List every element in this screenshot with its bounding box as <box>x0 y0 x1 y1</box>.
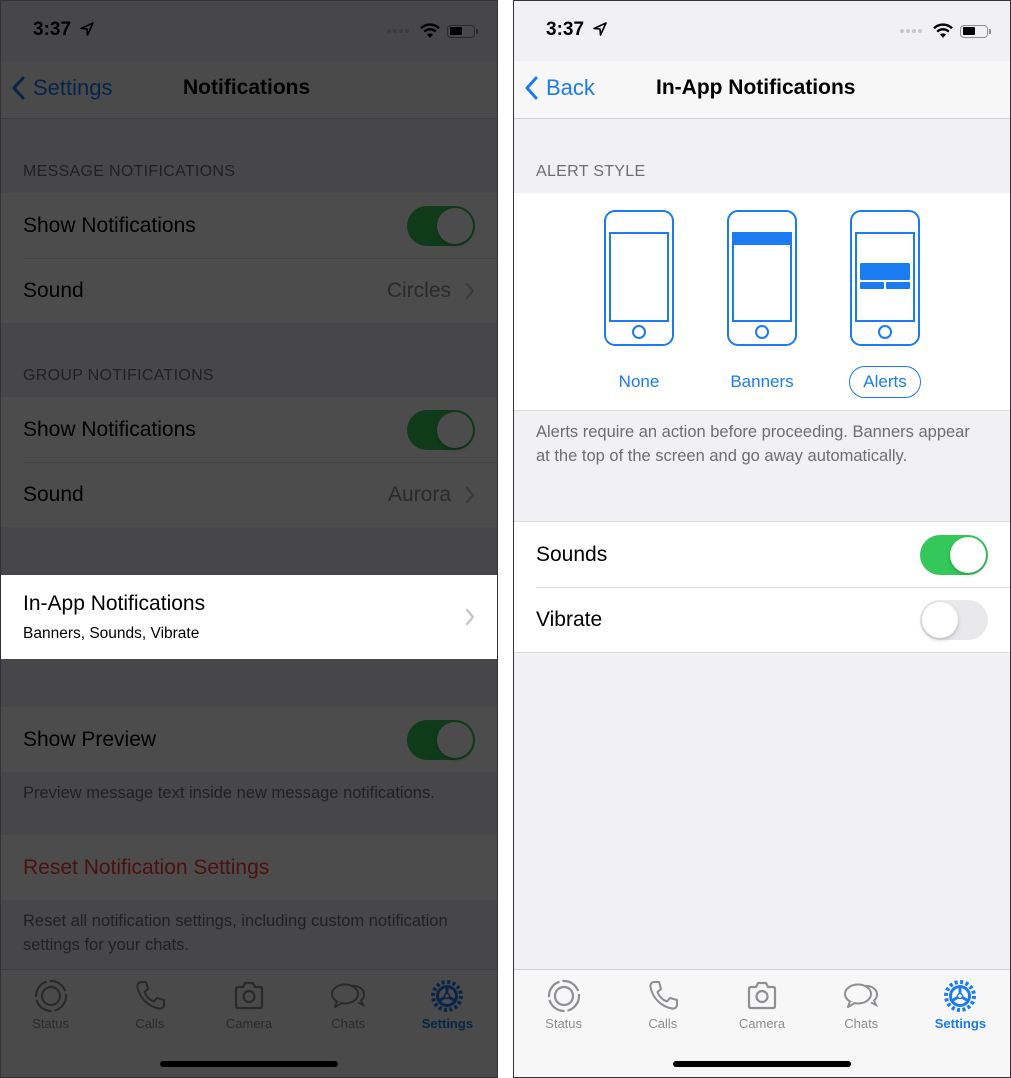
nav-bar: Back In-App Notifications <box>514 61 1010 119</box>
status-bar: 3:37 <box>1 1 497 61</box>
tab-status[interactable]: Status <box>1 970 100 1077</box>
battery-icon <box>960 24 991 38</box>
alert-style-alerts[interactable]: Alerts <box>845 210 925 398</box>
row-label: Reset Notification Settings <box>23 855 270 879</box>
status-bar: 3:37 <box>514 1 1010 61</box>
chevron-right-icon <box>465 608 475 626</box>
in-app-notifications-row[interactable]: In-App Notifications Banners, Sounds, Vi… <box>1 575 497 659</box>
row-value: Circles <box>386 278 451 302</box>
back-button[interactable]: Back <box>524 75 595 101</box>
vibrate-row: Vibrate <box>514 587 1010 652</box>
tab-settings[interactable]: Settings <box>911 970 1010 1077</box>
show-preview-row: Show Preview <box>1 707 497 772</box>
message-notifications-group: Show Notifications Sound Circles <box>1 193 497 323</box>
reset-footnote: Reset all notification settings, includi… <box>23 912 448 954</box>
phone-banner-icon <box>727 210 797 346</box>
phone-none-icon <box>604 210 674 346</box>
reset-group: Reset Notification Settings <box>1 835 497 900</box>
sound-vibrate-group: Sounds Vibrate <box>514 521 1010 653</box>
page-title: In-App Notifications <box>656 76 856 99</box>
notifications-screen: 3:37 Settings Notifications MESSAGE NOTI… <box>0 0 498 1078</box>
row-label: Vibrate <box>536 607 603 631</box>
row-label: Show Preview <box>23 727 157 751</box>
row-label: Sound <box>23 482 84 506</box>
settings-gear-icon <box>431 980 464 1012</box>
chevron-right-icon <box>465 486 475 503</box>
camera-icon <box>234 981 264 1010</box>
camera-icon <box>747 981 777 1010</box>
show-preview-toggle[interactable] <box>407 719 475 760</box>
location-arrow-icon <box>80 22 94 36</box>
back-label: Back <box>546 75 595 100</box>
back-button[interactable]: Settings <box>11 75 113 101</box>
row-title: In-App Notifications <box>23 592 206 615</box>
home-indicator <box>160 1061 338 1067</box>
row-value: Aurora <box>387 482 451 506</box>
home-indicator <box>673 1061 851 1067</box>
section-header-alert-style: ALERT STYLE <box>536 163 646 180</box>
status-time: 3:37 <box>546 19 585 40</box>
settings-gear-icon <box>944 980 977 1012</box>
tab-settings[interactable]: Settings <box>398 970 497 1077</box>
section-header-message: MESSAGE NOTIFICATIONS <box>23 163 236 180</box>
row-label: Sound <box>23 278 84 302</box>
alert-style-picker: None Banners Alerts <box>514 193 1010 411</box>
show-preview-footnote: Preview message text inside new message … <box>23 784 435 802</box>
row-label: Sounds <box>536 542 608 566</box>
phone-icon <box>649 981 678 1010</box>
group-show-notifications-toggle[interactable] <box>407 409 475 450</box>
chats-icon <box>331 983 366 1008</box>
row-label: Show Notifications <box>23 417 196 441</box>
reset-notification-settings-button[interactable]: Reset Notification Settings <box>1 835 497 900</box>
tab-status[interactable]: Status <box>514 970 613 1077</box>
message-show-notifications-row: Show Notifications <box>1 193 497 258</box>
message-sound-row[interactable]: Sound Circles <box>1 258 497 323</box>
vibrate-toggle[interactable] <box>920 599 988 640</box>
message-show-notifications-toggle[interactable] <box>407 205 475 246</box>
status-icon <box>34 979 67 1013</box>
signal-icon <box>900 29 922 33</box>
signal-icon <box>387 29 409 33</box>
phone-alert-icon <box>850 210 920 346</box>
alert-style-banners[interactable]: Banners <box>722 210 802 398</box>
phone-icon <box>136 981 165 1010</box>
chevron-left-icon <box>525 76 538 100</box>
status-time: 3:37 <box>33 19 72 40</box>
back-label: Settings <box>33 75 113 100</box>
wifi-icon <box>933 23 953 38</box>
row-subtitle: Banners, Sounds, Vibrate <box>23 625 200 642</box>
status-icon <box>547 979 580 1013</box>
nav-bar: Settings Notifications <box>1 61 497 119</box>
group-show-notifications-row: Show Notifications <box>1 397 497 462</box>
page-title: Notifications <box>183 76 311 99</box>
sounds-row: Sounds <box>514 522 1010 587</box>
show-preview-group: Show Preview <box>1 707 497 772</box>
chats-icon <box>844 983 879 1008</box>
chevron-left-icon <box>12 76 25 100</box>
group-sound-row[interactable]: Sound Aurora <box>1 462 497 527</box>
alert-style-none[interactable]: None <box>599 210 679 398</box>
group-notifications-group: Show Notifications Sound Aurora <box>1 397 497 527</box>
chevron-right-icon <box>465 282 475 299</box>
row-label: Show Notifications <box>23 213 196 237</box>
location-arrow-icon <box>593 22 607 36</box>
wifi-icon <box>420 23 440 38</box>
sounds-toggle[interactable] <box>920 534 988 575</box>
alert-style-footnote: Alerts require an action before proceedi… <box>536 423 970 465</box>
in-app-notifications-screen: 3:37 Back In-App Notifications ALERT STY… <box>513 0 1011 1078</box>
battery-icon <box>447 24 478 38</box>
section-header-group: GROUP NOTIFICATIONS <box>23 367 214 384</box>
